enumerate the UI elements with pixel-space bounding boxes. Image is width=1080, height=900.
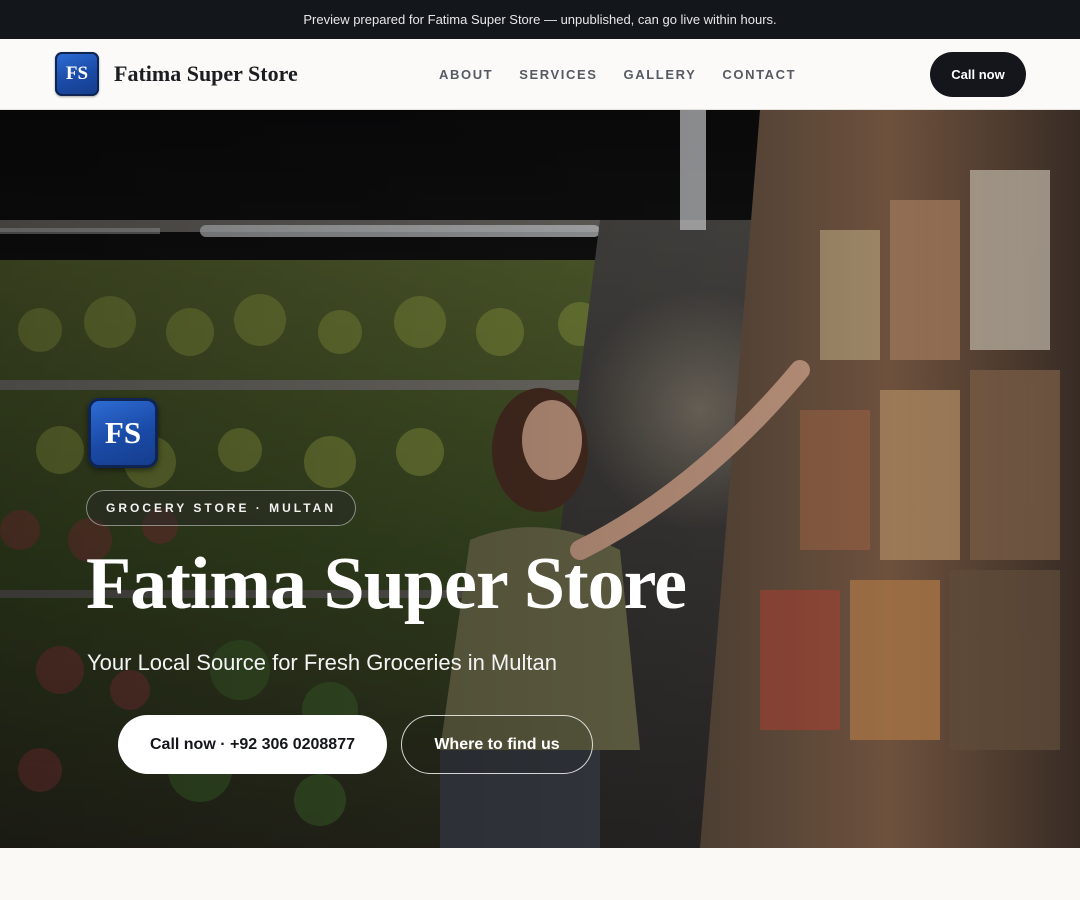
hero-subtitle: Your Local Source for Fresh Groceries in… [87,650,557,675]
header-call-button[interactable]: Call now [930,52,1026,97]
hero-logo-initials: FS [104,415,142,450]
logo-initials: FS [65,63,89,84]
preview-banner: Preview prepared for Fatima Super Store … [0,0,1080,39]
category-badge: GROCERY STORE · MULTAN [86,490,357,526]
find-us-button[interactable]: Where to find us [401,715,593,774]
nav-link-services[interactable]: SERVICES [519,67,597,82]
nav-link-gallery[interactable]: GALLERY [624,67,697,82]
nav-link-about[interactable]: ABOUT [439,67,493,82]
fs-monogram-icon[interactable]: FS [55,52,99,96]
hero-section: FS GROCERY STORE · MULTAN Fatima Super S… [0,110,1080,848]
site-header: FS Fatima Super Store ABOUT SERVICES GAL… [0,39,1080,110]
preview-banner-text: Preview prepared for Fatima Super Store … [303,12,777,27]
fs-monogram-icon: FS [88,398,158,468]
hero-title: Fatima Super Store [86,543,687,625]
brand-name[interactable]: Fatima Super Store [114,59,298,89]
category-badge-text: GROCERY STORE · MULTAN [106,501,337,515]
call-now-button[interactable]: Call now · +92 306 0208877 [118,715,387,774]
nav-link-contact[interactable]: CONTACT [722,67,796,82]
main-nav: ABOUT SERVICES GALLERY CONTACT [439,39,822,109]
